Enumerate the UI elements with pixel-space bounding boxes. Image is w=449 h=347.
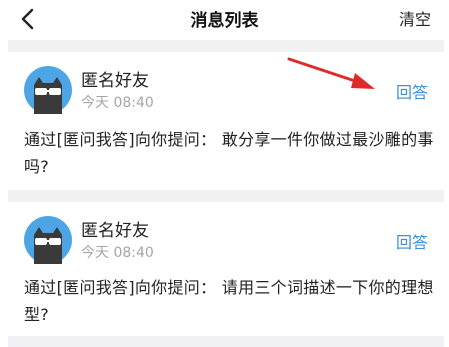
answer-button[interactable]: 回答 xyxy=(396,229,428,253)
message-time: 今天 08:40 xyxy=(81,245,154,261)
anonymous-cat-avatar-icon xyxy=(24,216,72,264)
answer-button[interactable]: 回答 xyxy=(396,79,428,103)
sender-name: 匿名好友 xyxy=(81,221,149,241)
question-text: 通过[匿问我答]向你提问： 敢分享一件你做过最沙雕的事吗? xyxy=(24,130,434,176)
page-title: 消息列表 xyxy=(190,11,259,31)
message-card[interactable]: 匿名好友 今天 08:40 回答 通过[匿问我答]向你提问： 请用三个词描述一下… xyxy=(8,202,444,336)
red-arrow-annotation xyxy=(287,57,375,89)
sender-name: 匿名好友 xyxy=(81,71,149,91)
anonymous-cat-avatar-icon xyxy=(24,66,72,114)
top-nav-bar: 消息列表 清空 xyxy=(0,0,449,36)
section-separator xyxy=(8,336,444,347)
section-separator xyxy=(8,190,444,202)
message-time: 今天 08:40 xyxy=(81,95,154,111)
section-separator xyxy=(8,40,444,52)
question-text: 通过[匿问我答]向你提问： 请用三个词描述一下你的理想型? xyxy=(24,278,434,324)
clear-button[interactable]: 清空 xyxy=(399,6,431,30)
